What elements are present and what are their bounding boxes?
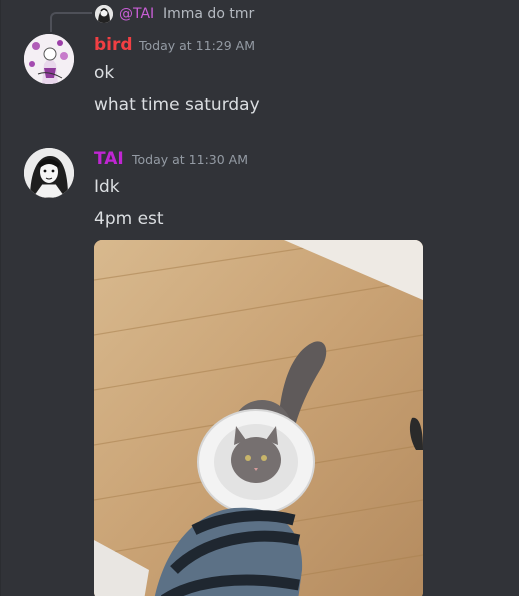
username-bird[interactable]: bird	[94, 34, 133, 56]
image-attachment-cat-photo[interactable]	[94, 240, 423, 596]
gutter-divider	[0, 0, 1, 596]
reply-spine	[50, 12, 92, 32]
avatar-bird[interactable]	[24, 34, 74, 84]
message-text: ok	[94, 63, 115, 83]
message-text: what time saturday	[94, 95, 260, 115]
reply-reference[interactable]: @TAI Imma do tmr	[0, 0, 519, 32]
message-text: Idk	[94, 177, 120, 197]
chat-view: @TAI Imma do tmr bird Today at 11:29 AM …	[0, 0, 519, 596]
message-text: 4pm est	[94, 209, 164, 229]
timestamp-tai: Today at 11:30 AM	[132, 152, 248, 167]
username-tai[interactable]: TAI	[94, 148, 124, 170]
reply-mention[interactable]: @TAI	[119, 5, 154, 23]
timestamp-bird: Today at 11:29 AM	[139, 38, 255, 53]
reply-preview-text[interactable]: Imma do tmr	[163, 5, 254, 23]
reply-avatar[interactable]	[95, 5, 113, 23]
avatar-tai[interactable]	[24, 148, 74, 198]
